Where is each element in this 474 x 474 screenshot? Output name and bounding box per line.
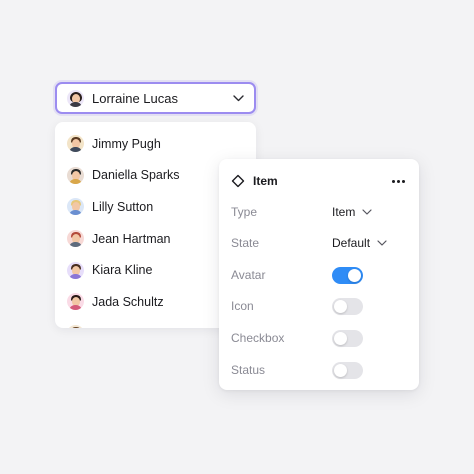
chevron-down-icon — [232, 92, 244, 104]
state-value: Default — [332, 236, 371, 250]
avatar-icon — [67, 293, 84, 311]
checkbox-toggle[interactable] — [332, 329, 363, 347]
prop-label: Checkbox — [231, 331, 285, 345]
status-toggle[interactable] — [332, 361, 363, 379]
prop-label: Status — [231, 363, 266, 377]
toggle-knob — [334, 299, 347, 313]
chevron-down-icon — [361, 206, 373, 218]
list-item-label: Jada Schultz — [92, 294, 164, 309]
avatar-icon — [67, 135, 84, 153]
user-select[interactable]: Lorraine Lucas — [55, 82, 256, 114]
toggle-knob — [348, 268, 361, 282]
avatar-icon — [67, 230, 84, 248]
list-item[interactable]: Jimmy Pugh — [55, 128, 256, 160]
prop-label: Avatar — [231, 268, 266, 282]
more-options-icon[interactable] — [390, 173, 407, 189]
list-item-label: Lilly Sutton — [92, 199, 154, 214]
list-item-label: Jimmy Pugh — [92, 136, 161, 151]
list-item-label: Daniella Sparks — [92, 168, 180, 183]
panel-title: Item — [253, 174, 278, 188]
type-value: Item — [332, 205, 356, 219]
avatar-icon — [67, 324, 84, 328]
prop-label: Type — [231, 205, 258, 219]
avatar-toggle[interactable] — [332, 266, 363, 284]
avatar-icon — [67, 198, 84, 216]
chevron-down-icon — [376, 237, 388, 249]
icon-toggle[interactable] — [332, 297, 363, 315]
state-select[interactable]: Default — [332, 236, 388, 250]
panel-header: Item — [231, 173, 407, 189]
list-item-label: Kiara Kline — [92, 263, 153, 278]
prop-row-type: Type Item — [231, 202, 407, 222]
avatar-icon — [67, 261, 84, 279]
prop-row-checkbox: Checkbox — [231, 328, 407, 348]
toggle-knob — [334, 331, 347, 345]
prop-label: State — [231, 236, 260, 250]
prop-row-avatar: Avatar — [231, 265, 407, 285]
avatar-icon — [67, 89, 84, 107]
component-diamond-icon — [231, 174, 245, 188]
prop-label: Icon — [231, 299, 254, 313]
properties-panel: Item Type Item State Default Avatar Icon — [219, 159, 419, 390]
selected-user-label: Lorraine Lucas — [92, 90, 178, 106]
prop-row-icon: Icon — [231, 296, 407, 316]
list-item-label: Jean Hartman — [92, 231, 171, 246]
toggle-knob — [334, 363, 347, 377]
prop-row-state: State Default — [231, 233, 407, 253]
avatar-icon — [67, 166, 84, 184]
prop-row-status: Status — [231, 360, 407, 380]
type-select[interactable]: Item — [332, 205, 373, 219]
